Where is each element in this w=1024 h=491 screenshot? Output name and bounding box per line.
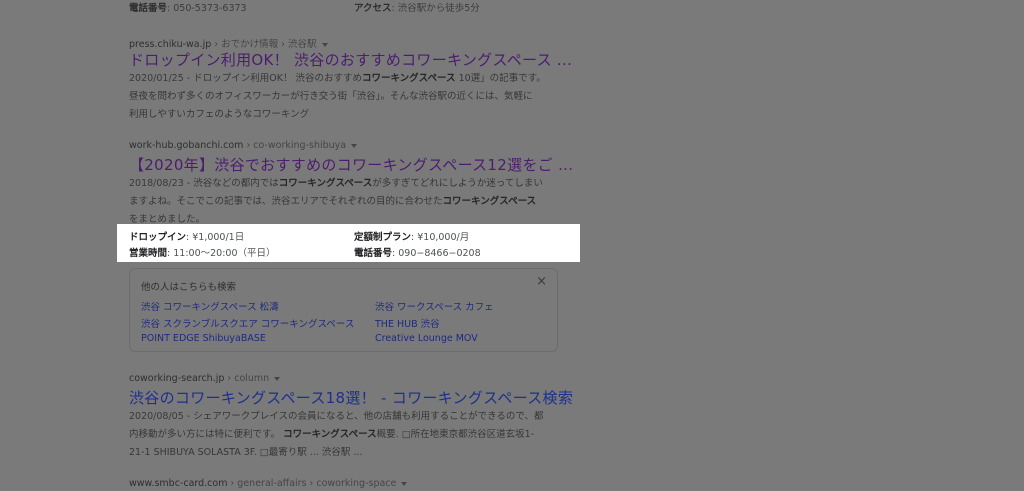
related-search-link[interactable]: 渋谷 ワークスペース カフェ	[375, 299, 494, 313]
detail-dropin: ドロップイン: ¥1,000/1日	[129, 229, 244, 243]
phone-label: 電話番号	[129, 3, 168, 14]
chevron-down-icon[interactable]	[321, 42, 328, 47]
access-label: アクセス	[354, 3, 392, 14]
top-phone-info: 電話番号: 050-5373-6373	[129, 0, 247, 14]
phone-value: : 050-5373-6373	[167, 3, 247, 14]
detail-label: 定額制プラン	[354, 232, 412, 243]
snippet-line: 2020/01/25 - ドロップイン利用OK！ 渋谷のおすすめコワーキングスペ…	[129, 73, 546, 84]
chevron-down-icon[interactable]	[401, 481, 408, 486]
chevron-down-icon[interactable]	[351, 143, 358, 148]
detail-hours: 営業時間: 11:00～20:00（平日）	[129, 245, 276, 259]
detail-value: : 11:00～20:00（平日）	[167, 248, 276, 259]
highlighted-details-box: ドロップイン: ¥1,000/1日 定額制プラン: ¥10,000/月 営業時間…	[117, 224, 580, 262]
result-title-link[interactable]: ドロップイン利用OK！ 渋谷のおすすめコワーキングスペース ...	[129, 49, 572, 70]
related-search-link[interactable]: THE HUB 渋谷	[375, 316, 440, 330]
detail-label: ドロップイン	[129, 232, 187, 243]
result-title-link[interactable]: 渋谷のコワーキングスペース18選！ - コワーキングスペース検索	[129, 387, 573, 408]
detail-monthly-plan: 定額制プラン: ¥10,000/月	[354, 229, 469, 243]
related-search-link[interactable]: 渋谷 スクランブルスクエア コワーキングスペース	[141, 316, 354, 330]
related-search-link[interactable]: 渋谷 コワーキングスペース 松濤	[141, 299, 279, 313]
snippet-line: 2018/08/23 - 渋谷などの都内ではコワーキングスペースが多すぎてどれに…	[129, 178, 543, 189]
detail-label: 電話番号	[354, 248, 393, 259]
result-title-link[interactable]: 【2020年】渋谷でおすすめのコワーキングスペース12選をご ...	[129, 154, 573, 175]
access-value: : 渋谷駅から徒歩5分	[391, 3, 480, 14]
result-domain: work-hub.gobanchi.com	[129, 140, 244, 151]
result-snippet: 2018/08/23 - 渋谷などの都内ではコワーキングスペースが多すぎてどれに…	[129, 175, 569, 229]
detail-value: : ¥1,000/1日	[186, 232, 245, 243]
detail-value: : 090−8466−0208	[392, 248, 481, 259]
people-also-search-title: 他の人はこちらも検索	[141, 282, 237, 293]
result-domain: www.smbc-card.com	[129, 478, 228, 489]
people-also-search-box: 他の人はこちらも検索 × 渋谷 コワーキングスペース 松濤 渋谷 ワークスペース…	[129, 268, 558, 352]
detail-label: 営業時間	[129, 248, 168, 259]
result-url[interactable]: www.smbc-card.com › general-affairs › co…	[129, 478, 408, 489]
detail-phone: 電話番号: 090−8466−0208	[354, 245, 481, 259]
snippet-line: 21-1 SHIBUYA SOLASTA 3F. □最寄り駅 ... 渋谷駅 .…	[129, 447, 363, 458]
result-path: › co-working-shibuya	[243, 140, 347, 151]
result-url[interactable]: work-hub.gobanchi.com › co-working-shibu…	[129, 140, 358, 151]
result-snippet: 2020/08/05 - シェアワークプレイスの会員になると、他の店舗も利用する…	[129, 408, 569, 462]
search-results-page: 電話番号: 050-5373-6373 アクセス: 渋谷駅から徒歩5分 pres…	[0, 0, 1024, 491]
top-access-info: アクセス: 渋谷駅から徒歩5分	[354, 0, 480, 14]
result-url[interactable]: coworking-search.jp › column	[129, 373, 281, 384]
close-icon[interactable]: ×	[536, 274, 547, 289]
result-url[interactable]: press.chiku-wa.jp › おでかけ情報 › 渋谷駅	[129, 36, 328, 50]
chevron-down-icon[interactable]	[274, 376, 281, 381]
result-snippet: 2020/01/25 - ドロップイン利用OK！ 渋谷のおすすめコワーキングスペ…	[129, 70, 569, 124]
related-search-link[interactable]: Creative Lounge MOV	[375, 333, 478, 344]
snippet-line: 昼夜を問わず多くのオフィスワーカーが行き交う街「渋谷」。そんな渋谷駅の近くには、…	[129, 91, 533, 102]
result-path: › column	[224, 373, 270, 384]
snippet-line: 利用しやすいカフェのようなコワーキング	[129, 109, 310, 120]
snippet-line: ますよね。そこでこの記事では、渋谷エリアでそれぞれの目的に合わせたコワーキングス…	[129, 196, 537, 207]
snippet-line: 内移動が多い方には特に便利です。 コワーキングスペース概要. □所在地東京都渋谷…	[129, 429, 535, 440]
result-path: › general-affairs › coworking-space	[227, 478, 397, 489]
detail-value: : ¥10,000/月	[411, 232, 470, 243]
result-domain: coworking-search.jp	[129, 373, 225, 384]
snippet-line: 2020/08/05 - シェアワークプレイスの会員になると、他の店舗も利用する…	[129, 411, 544, 422]
related-search-link[interactable]: POINT EDGE ShibuyaBASE	[141, 333, 266, 344]
